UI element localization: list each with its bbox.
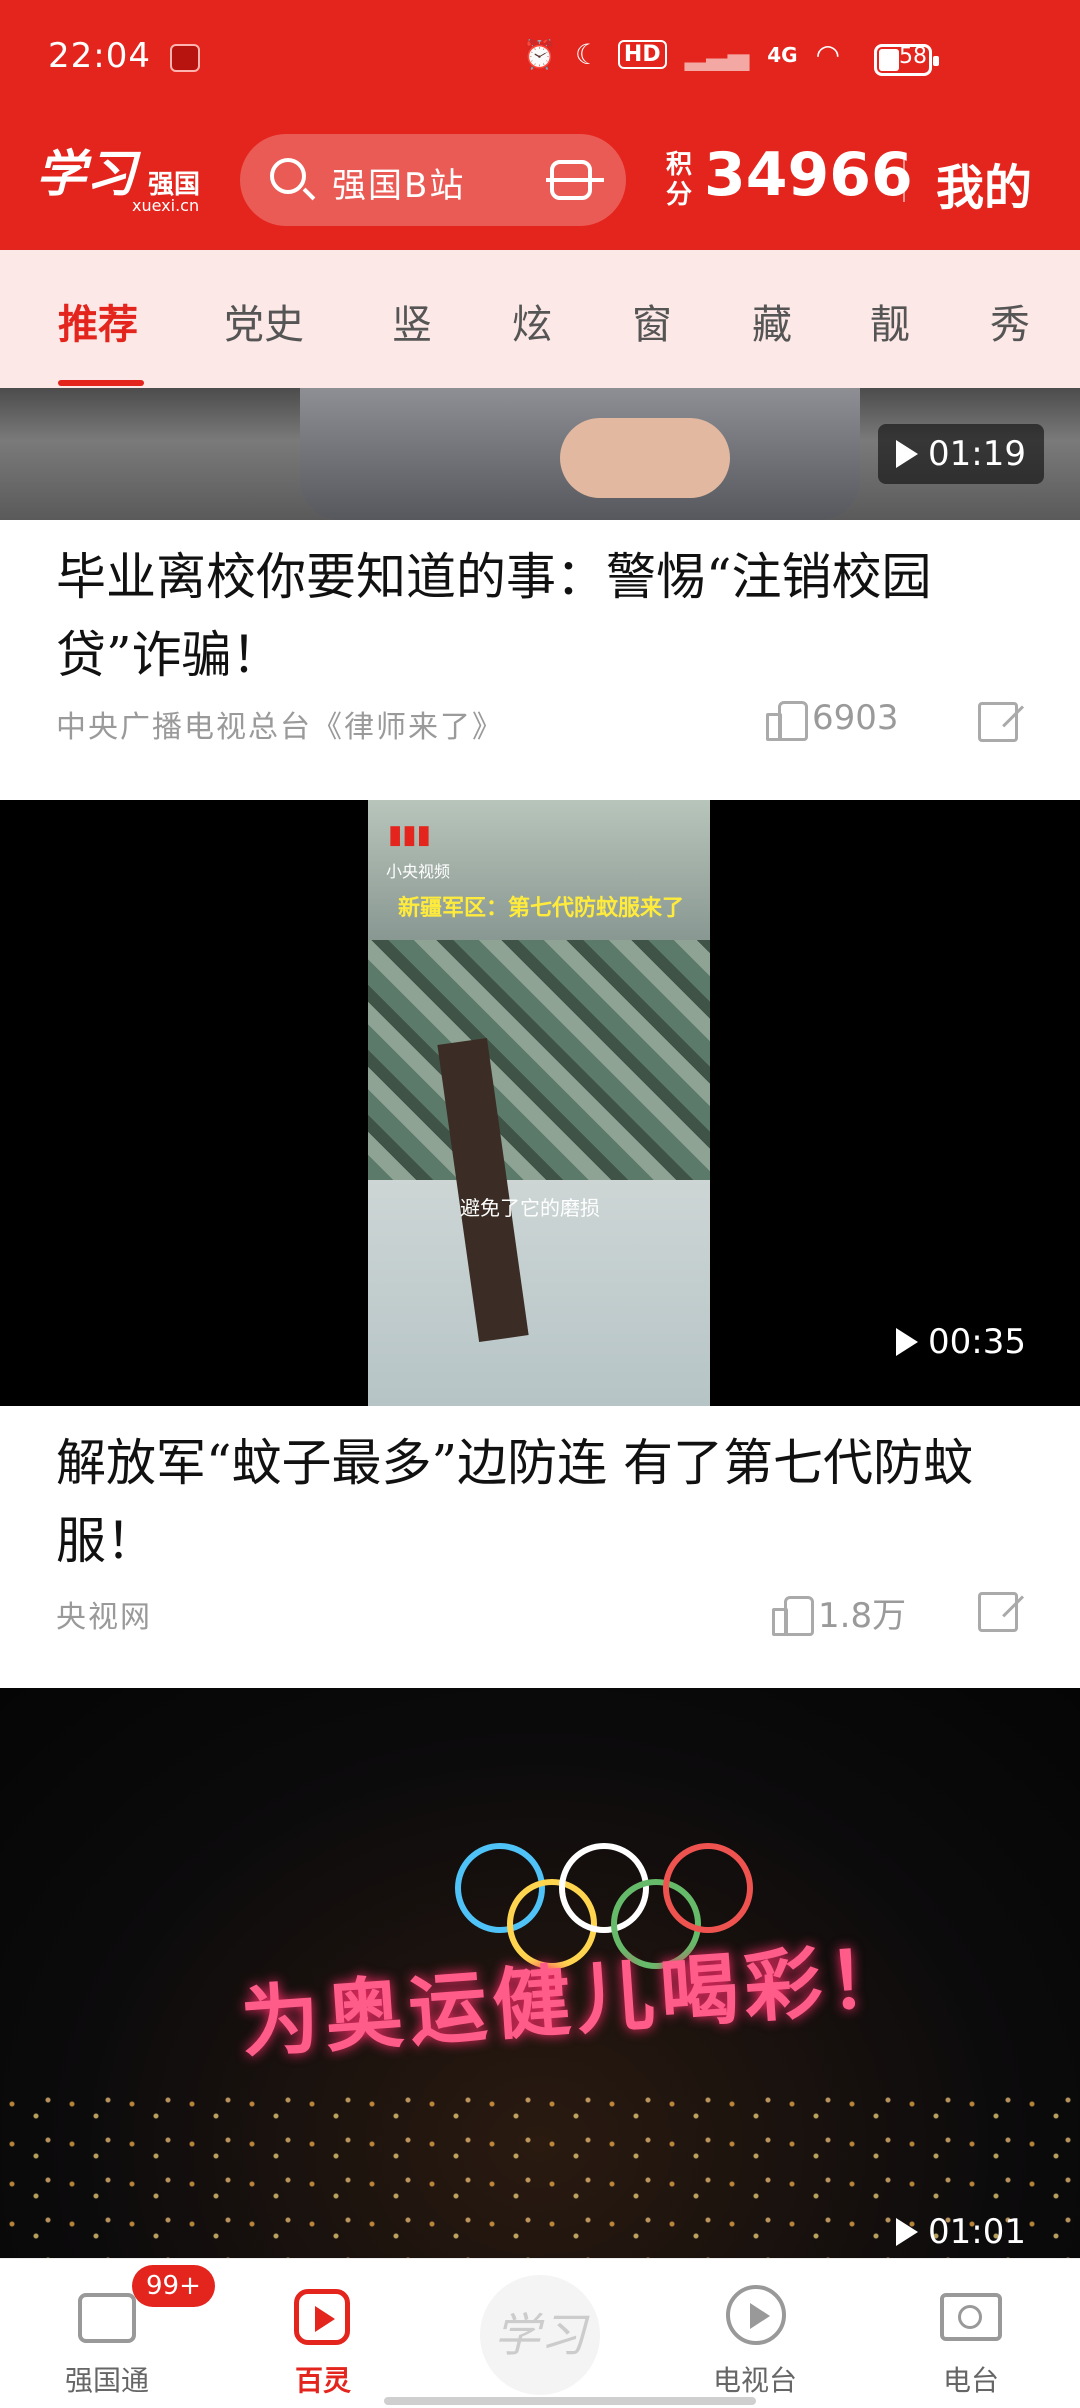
battery-icon: 58 [874,44,939,76]
overlay-brand: 小央视频 [386,862,451,881]
unread-badge: 99+ [132,2265,215,2307]
overlay-logo: ▮▮▮ [388,820,431,850]
video-thumbnail[interactable]: 为奥运健儿喝彩！ 01:01 [0,1688,1080,2258]
mine-button[interactable]: 我的 [936,148,1032,218]
article-title[interactable]: 解放军“蚊子最多”边防连 有了第七代防蚊服！ [56,1424,1016,1580]
scan-icon[interactable] [546,160,604,200]
status-bar: 22:04 ⏰ ☾ HD ▂▃▄ 4G ◠ 58 [0,0,1080,120]
wifi-icon: ◠ [815,38,840,71]
camouflage-image [368,940,710,1180]
like-count: 6903 [812,698,899,738]
category-tabs: 推荐 党史 竖 炫 窗 藏 靓 秀 [0,250,1080,388]
tab-collection[interactable]: 藏 [752,292,792,350]
nav-label: 电视台 [712,2364,797,2397]
tab-cool[interactable]: 炫 [512,292,552,350]
play-circle-icon [726,2285,786,2345]
hands-figure [560,418,730,498]
like-button[interactable]: 1.8万 [772,1588,906,1637]
active-tab-indicator [58,380,144,386]
app-logo[interactable]: 学习 强国 xuexi.cn [36,134,202,215]
nav-label: 百灵 [294,2364,351,2397]
play-icon [896,440,919,468]
status-time: 22:04 [48,36,151,76]
play-icon [896,1328,919,1356]
tab-beauty[interactable]: 靓 [870,292,910,350]
duration-text: 00:35 [928,1322,1026,1362]
search-bar[interactable]: 强国B站 [240,134,626,226]
video-frame: ▮▮▮ 小央视频 新疆军区：第七代防蚊服来了 避免了它的磨损 [368,800,710,1406]
tab-window[interactable]: 窗 [632,292,672,350]
article-source: 中央广播电视总台《律师来了》 [56,710,504,745]
status-icons: ⏰ ☾ HD ▂▃▄ 4G ◠ [522,38,840,71]
nav-label: 强国通 [64,2364,149,2397]
tab-party-history[interactable]: 党史 [224,292,304,350]
article-title[interactable]: 毕业离校你要知道的事：警惕“注销校园贷”诈骗！ [56,538,1016,694]
battery-level: 58 [899,44,927,69]
nav-xuexi-logo[interactable]: 学习 [480,2275,600,2395]
header: 22:04 ⏰ ☾ HD ▂▃▄ 4G ◠ 58 学习 强国 xuexi.cn … [0,0,1080,250]
tab-recommend[interactable]: 推荐 [58,292,138,350]
home-indicator[interactable] [384,2397,756,2405]
logo-main: 学习 [36,144,136,203]
search-placeholder: 强国B站 [332,166,466,206]
divider [903,156,905,202]
video-thumbnail[interactable]: 01:19 [0,388,1080,520]
tab-show[interactable]: 秀 [990,292,1030,350]
like-count: 1.8万 [818,1596,907,1636]
tab-vertical[interactable]: 竖 [392,292,432,350]
video-duration: 00:35 [878,1312,1044,1372]
share-icon[interactable] [978,702,1018,742]
points-label: 积分 [666,150,693,210]
logo-domain: xuexi.cn [132,196,200,215]
article-source: 央视网 [56,1600,152,1635]
search-icon [270,158,306,194]
hd-icon: HD [617,40,667,69]
overlay-caption: 避免了它的磨损 [460,1196,600,1220]
play-icon [896,2218,919,2246]
alarm-icon: ⏰ [521,38,557,71]
signal-icon: ▂▃▄ [684,38,750,71]
video-duration: 01:19 [878,424,1044,484]
thumbs-up-icon [766,699,808,741]
nav-label: 电台 [942,2364,999,2397]
like-button[interactable]: 6903 [766,698,899,741]
duration-text: 01:01 [928,2212,1026,2252]
notification-app-icon [170,44,200,72]
bottom-nav: 99+ 强国通 百灵 学习 电视台 电台 [0,2258,1080,2408]
chat-icon [78,2293,136,2343]
radio-icon [940,2293,1002,2341]
bailing-icon [294,2289,350,2345]
points-value[interactable]: 34966 [704,140,913,210]
video-thumbnail[interactable]: ▮▮▮ 小央视频 新疆军区：第七代防蚊服来了 避免了它的磨损 00:35 [0,800,1080,1406]
moon-icon: ☾ [574,38,600,71]
overlay-title: 新疆军区：第七代防蚊服来了 [398,896,685,921]
duration-text: 01:19 [928,434,1026,474]
network-label: 4G [767,42,798,67]
thumbs-up-icon [772,1594,814,1636]
app-bar: 学习 强国 xuexi.cn 强国B站 积分 34966 我的 [0,130,1080,250]
video-duration: 01:01 [878,2202,1044,2258]
share-icon[interactable] [978,1592,1018,1632]
